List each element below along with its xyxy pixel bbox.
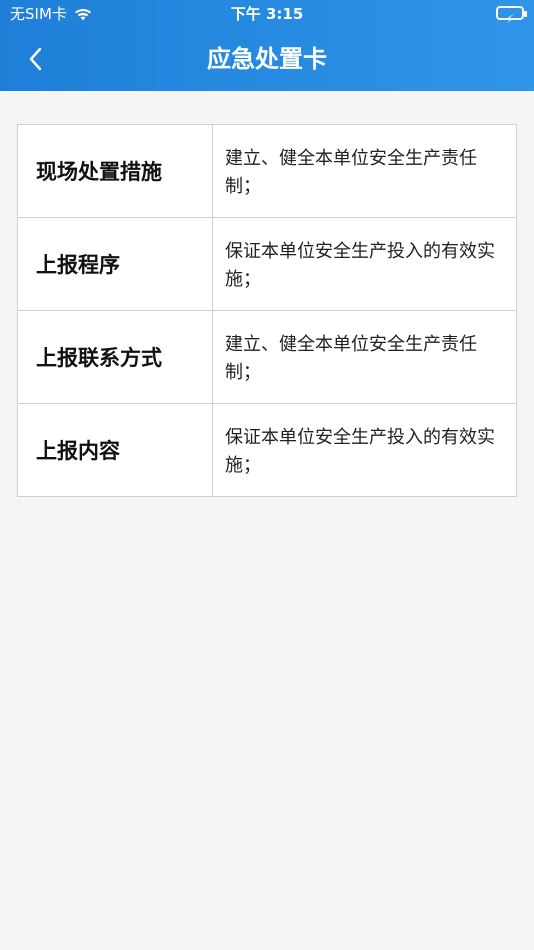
row-value: 建立、健全本单位安全生产责任制； xyxy=(225,148,477,197)
emergency-card-table: 现场处置措施 建立、健全本单位安全生产责任制； 上报程序 保证本单位安全生产投入… xyxy=(17,124,517,497)
row-label: 上报内容 xyxy=(18,404,213,496)
row-value: 建立、健全本单位安全生产责任制； xyxy=(225,334,477,383)
row-value: 保证本单位安全生产投入的有效实施； xyxy=(225,427,495,476)
battery-icon: ⚡ xyxy=(496,6,527,26)
table-row: 上报程序 保证本单位安全生产投入的有效实施； xyxy=(18,218,516,311)
table-row: 上报内容 保证本单位安全生产投入的有效实施； xyxy=(18,404,516,496)
row-label: 现场处置措施 xyxy=(18,125,213,217)
row-value: 保证本单位安全生产投入的有效实施； xyxy=(225,241,495,290)
table-row: 上报联系方式 建立、健全本单位安全生产责任制； xyxy=(18,311,516,404)
nav-bar: 应急处置卡 xyxy=(0,28,534,91)
table-row: 现场处置措施 建立、健全本单位安全生产责任制； xyxy=(18,125,516,218)
page-title: 应急处置卡 xyxy=(207,45,327,73)
row-label: 上报联系方式 xyxy=(18,311,213,403)
status-bar: 无SIM卡 下午 3:15 ⚡ xyxy=(0,0,534,28)
status-time: 下午 3:15 xyxy=(230,5,304,23)
row-label: 上报程序 xyxy=(18,218,213,310)
app-header: 无SIM卡 下午 3:15 ⚡ 应急处置卡 xyxy=(0,0,534,91)
